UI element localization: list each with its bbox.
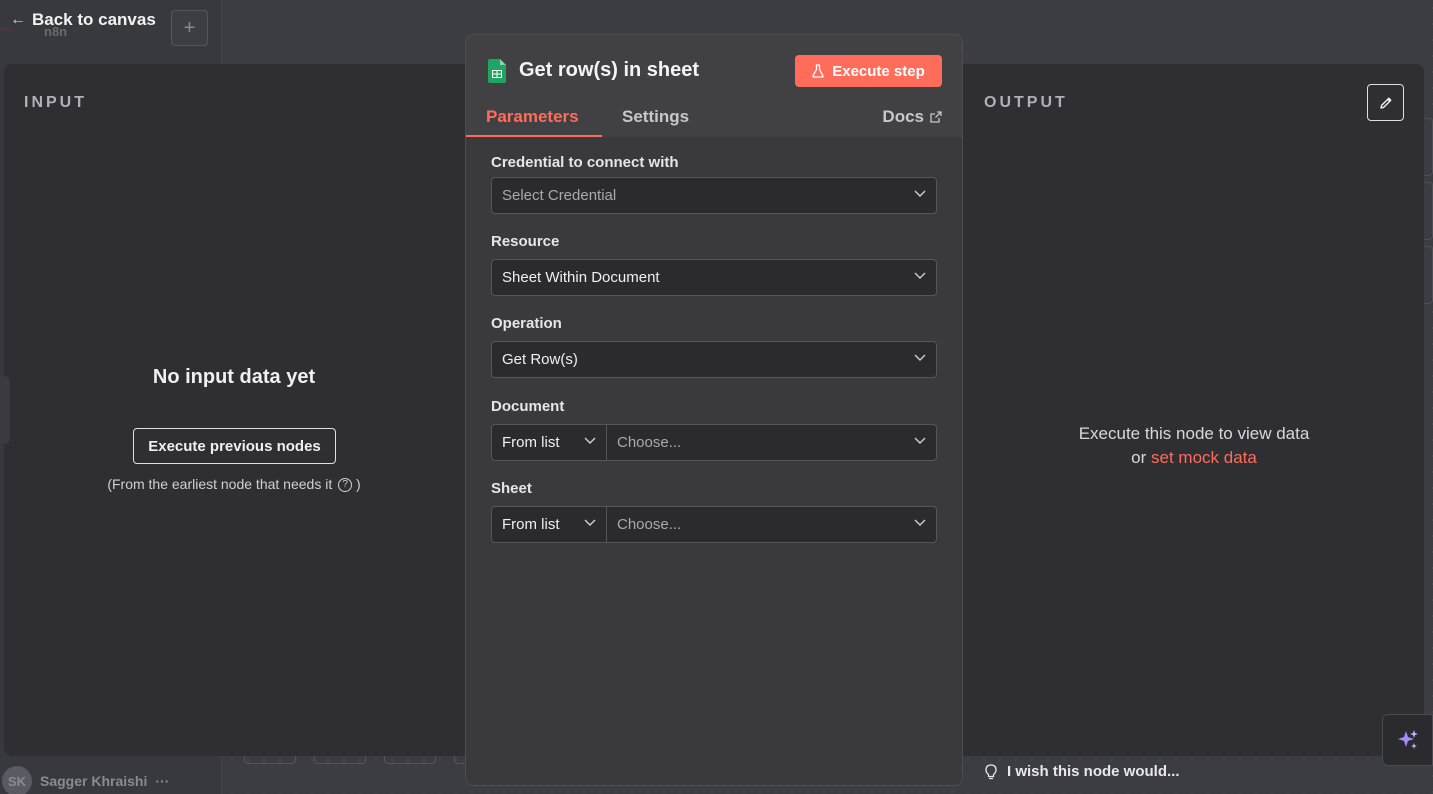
chevron-down-icon bbox=[584, 437, 596, 444]
chevron-down-icon bbox=[914, 190, 926, 197]
user-profile: SK Sagger Khraishi ··· bbox=[0, 766, 222, 794]
output-message-line: Execute this node to view data bbox=[1078, 424, 1310, 443]
sheet-picker: From list Choose... bbox=[491, 506, 937, 543]
output-panel-title: OUTPUT bbox=[984, 94, 1068, 111]
google-sheets-icon bbox=[488, 59, 506, 83]
earliest-note-close: ) bbox=[356, 476, 361, 492]
tab-settings[interactable]: Settings bbox=[622, 107, 689, 127]
user-name: Sagger Khraishi bbox=[40, 773, 148, 789]
flask-icon bbox=[812, 64, 824, 78]
no-input-message: No input data yet bbox=[152, 366, 316, 388]
operation-label: Operation bbox=[491, 315, 562, 332]
external-link-icon bbox=[930, 111, 942, 123]
sheet-label: Sheet bbox=[491, 480, 532, 497]
output-empty-message: Execute this node to view data or set mo… bbox=[964, 422, 1424, 470]
chevron-down-icon bbox=[914, 519, 926, 526]
feedback-text: I wish this node would... bbox=[1007, 763, 1180, 780]
document-value-select[interactable]: Choose... bbox=[606, 424, 937, 461]
node-settings-panel: Get row(s) in sheet Execute step Paramet… bbox=[465, 34, 963, 786]
credential-placeholder: Select Credential bbox=[502, 187, 617, 204]
parameters-form: Credential to connect with Select Creden… bbox=[466, 137, 962, 785]
lightbulb-icon bbox=[985, 763, 997, 779]
execute-step-label: Execute step bbox=[832, 62, 925, 80]
avatar: SK bbox=[2, 766, 32, 794]
add-node-button[interactable]: + bbox=[171, 10, 208, 46]
resource-select[interactable]: Sheet Within Document bbox=[491, 259, 937, 296]
output-message-or: or bbox=[1131, 448, 1147, 467]
credential-select[interactable]: Select Credential bbox=[491, 177, 937, 214]
chevron-down-icon bbox=[914, 437, 926, 444]
sheet-placeholder: Choose... bbox=[617, 516, 682, 533]
operation-value: Get Row(s) bbox=[502, 351, 578, 368]
document-label: Document bbox=[491, 398, 565, 415]
sheet-mode-select[interactable]: From list bbox=[491, 506, 607, 543]
feedback-link[interactable]: I wish this node would... bbox=[985, 763, 1180, 780]
tab-parameters[interactable]: Parameters bbox=[486, 107, 579, 127]
node-title[interactable]: Get row(s) in sheet bbox=[519, 59, 699, 82]
ask-ai-button[interactable] bbox=[1382, 714, 1433, 766]
resource-value: Sheet Within Document bbox=[502, 269, 660, 286]
right-edge-background bbox=[1424, 118, 1433, 338]
sheet-value-select[interactable]: Choose... bbox=[606, 506, 937, 543]
back-to-canvas-link[interactable]: ← Back to canvas bbox=[10, 10, 156, 30]
tab-docs[interactable]: Docs bbox=[882, 107, 942, 127]
execute-step-button[interactable]: Execute step bbox=[795, 55, 942, 87]
more-icon: ··· bbox=[155, 773, 170, 789]
input-panel-title: INPUT bbox=[24, 94, 87, 111]
node-tabs: Parameters Settings Docs bbox=[466, 101, 962, 137]
document-placeholder: Choose... bbox=[617, 434, 682, 451]
document-picker: From list Choose... bbox=[491, 424, 937, 461]
document-mode-value: From list bbox=[502, 434, 560, 451]
set-mock-data-link[interactable]: set mock data bbox=[1151, 448, 1257, 467]
document-mode-select[interactable]: From list bbox=[491, 424, 607, 461]
resource-label: Resource bbox=[491, 233, 560, 250]
arrow-left-icon: ← bbox=[10, 11, 26, 28]
chevron-down-icon bbox=[914, 354, 926, 361]
earliest-note-text: (From the earliest node that needs it bbox=[107, 476, 333, 492]
execute-previous-nodes-button[interactable]: Execute previous nodes bbox=[133, 428, 336, 464]
question-circle-icon[interactable]: ? bbox=[338, 477, 353, 492]
chevron-down-icon bbox=[584, 519, 596, 526]
credential-label: Credential to connect with bbox=[491, 154, 679, 171]
back-to-canvas-label: Back to canvas bbox=[32, 10, 156, 29]
edit-output-button[interactable] bbox=[1367, 84, 1404, 121]
docs-label: Docs bbox=[882, 107, 924, 126]
sparkles-icon bbox=[1397, 730, 1418, 749]
chevron-down-icon bbox=[914, 272, 926, 279]
earliest-node-note: (From the earliest node that needs it ? … bbox=[4, 476, 464, 492]
pencil-icon bbox=[1379, 97, 1391, 109]
operation-select[interactable]: Get Row(s) bbox=[491, 341, 937, 378]
sheet-mode-value: From list bbox=[502, 516, 560, 533]
node-header: Get row(s) in sheet Execute step Paramet… bbox=[466, 35, 962, 137]
